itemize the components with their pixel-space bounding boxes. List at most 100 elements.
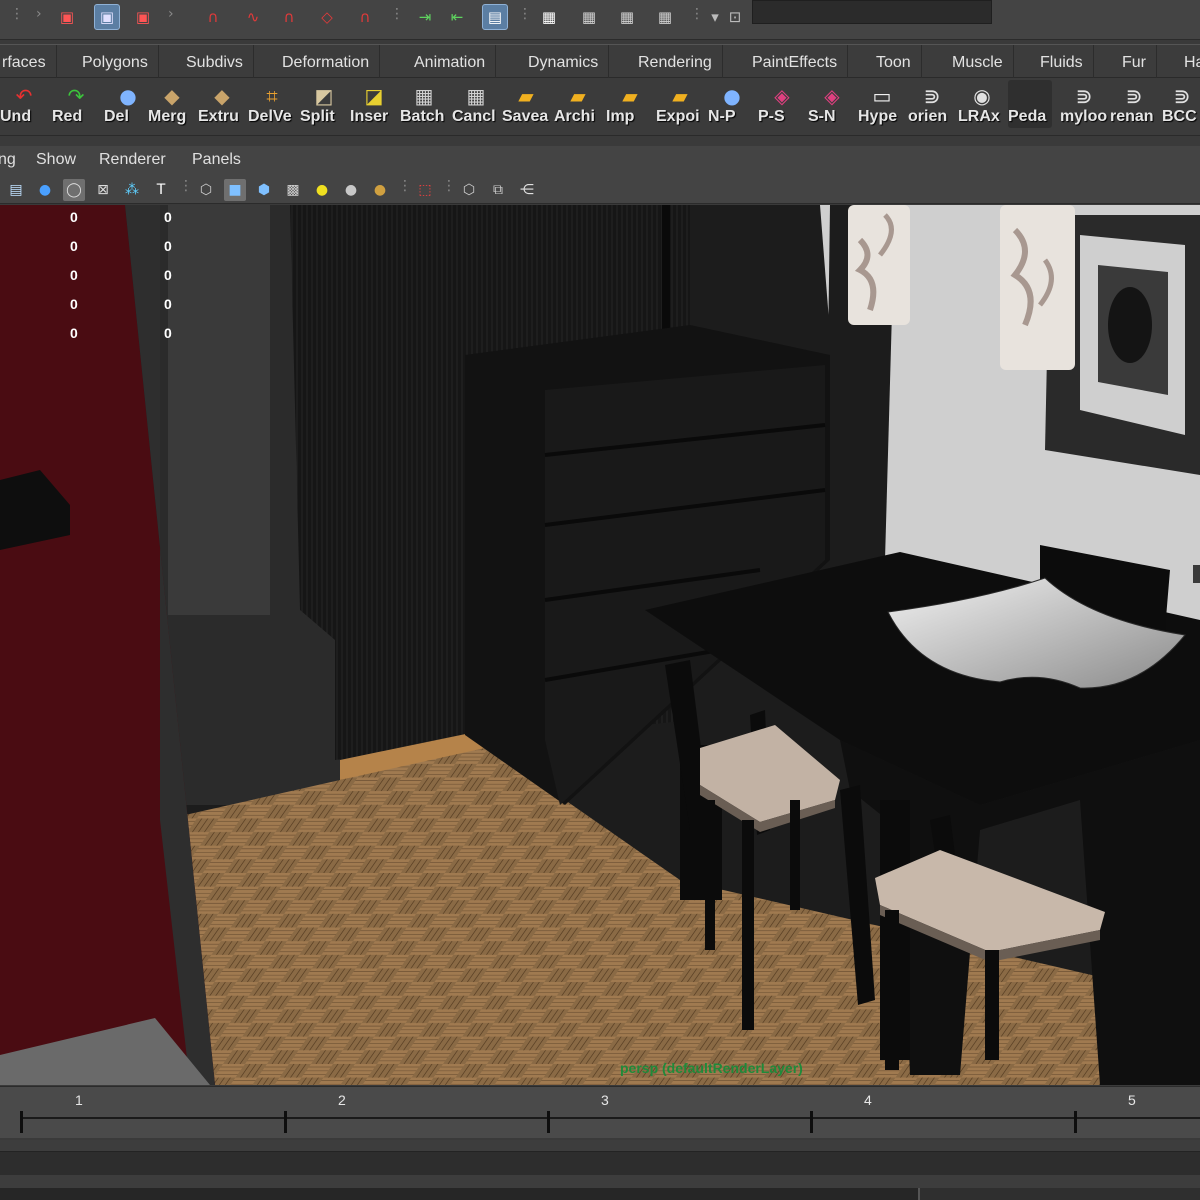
insert-edge-loop-button[interactable]: ◪ Inser: [350, 80, 400, 132]
poly-to-subdiv-button[interactable]: ◈ P-S: [758, 80, 808, 132]
range-handle[interactable]: [918, 1188, 1200, 1200]
wireframe-cube-icon[interactable]: ⬡: [195, 179, 217, 201]
time-track[interactable]: [22, 1117, 1200, 1119]
render-settings-icon[interactable]: ▦: [614, 4, 640, 30]
checker-icon[interactable]: ▩: [282, 179, 304, 201]
hud-value: 0: [164, 267, 172, 283]
save-as-button[interactable]: ▰ Savea: [502, 80, 552, 132]
archive-folder-icon: ▰: [570, 84, 586, 108]
panel-toolbar: ▤ ● ◯ ⊠ ⁂ T ⋮ ⬡ ■ ⬢ ▩ ● ● ● ⋮ ⬚ ⋮ ⬡ ⧉ ⋲: [0, 176, 1200, 204]
batch-render-button[interactable]: ▦ Batch: [400, 80, 450, 132]
select-by-component-type-icon[interactable]: ▣: [130, 4, 156, 30]
range-field[interactable]: [0, 1151, 1200, 1175]
snap-to-curves-icon[interactable]: ∿: [240, 4, 266, 30]
menu-lighting[interactable]: ng: [0, 151, 16, 169]
wireframe-on-shaded-icon[interactable]: ◯: [63, 179, 85, 201]
snap-to-grids-icon[interactable]: ∩: [200, 4, 226, 30]
shelf-button-label: Imp: [606, 108, 635, 125]
archive-button[interactable]: ▰ Archi: [554, 80, 604, 132]
uv-icon[interactable]: ⁂: [121, 179, 143, 201]
texture-icon[interactable]: T: [150, 179, 172, 201]
hypergraph-button[interactable]: ▭ Hype: [858, 80, 908, 132]
shelf-button-label: Merg: [148, 108, 187, 125]
perspective-viewport[interactable]: 0 0 0 0 0 0 0 0 0 0 persp (defaultRender…: [0, 205, 1200, 1085]
redo-button[interactable]: ↷ Red: [52, 80, 102, 132]
input-box-menu-icon[interactable]: ⊡: [722, 4, 748, 30]
delete-vertex-icon: ⌗: [266, 84, 278, 108]
tab-fur[interactable]: Fur: [1112, 45, 1157, 79]
select-camera-icon[interactable]: ⬚: [414, 179, 436, 201]
tab-dynamics[interactable]: Dynamics: [518, 45, 610, 79]
isolate-select-icon[interactable]: ⬡: [458, 179, 480, 201]
tab-subdivs[interactable]: Subdivs: [176, 45, 254, 79]
cancel-batch-button[interactable]: ▦ Cancl: [452, 80, 502, 132]
film-gate-icon[interactable]: ▤: [5, 179, 27, 201]
export-button[interactable]: ▰ Expoi: [656, 80, 706, 132]
delete-history-button[interactable]: ● Del: [104, 80, 154, 132]
quick-select-field[interactable]: [752, 0, 992, 24]
frame-tick: [20, 1111, 23, 1133]
menu-show[interactable]: Show: [36, 151, 76, 169]
share-icon[interactable]: ⋲: [516, 179, 538, 201]
import-button[interactable]: ▰ Imp: [606, 80, 656, 132]
grid-icon[interactable]: ⧉: [487, 179, 509, 201]
hypershade-icon[interactable]: ▦: [652, 4, 678, 30]
subdiv-to-nurbs-button[interactable]: ◈ S-N: [808, 80, 858, 132]
rename-button[interactable]: ⋑ renan: [1110, 80, 1160, 132]
tab-muscle[interactable]: Muscle: [942, 45, 1014, 79]
pedal-button[interactable]: Peda: [1008, 80, 1058, 132]
shelf-button-bar: ↶ Und ↷ Red ● Del ◆ Merg ◆ Extru ⌗ DelVe…: [0, 78, 1200, 136]
extrude-button[interactable]: ◆ Extru: [198, 80, 248, 132]
snap-to-view-planes-icon[interactable]: ◇: [314, 4, 340, 30]
tab-fluids[interactable]: Fluids: [1030, 45, 1094, 79]
undo-icon: ↶: [15, 84, 33, 108]
undo-button[interactable]: ↶ Und: [0, 80, 50, 132]
lit-sphere-icon[interactable]: ●: [369, 179, 391, 201]
render-view-icon[interactable]: ▤: [482, 4, 508, 30]
local-rotation-axes-button[interactable]: ◉ LRAx: [958, 80, 1008, 132]
tab-toon[interactable]: Toon: [866, 45, 922, 79]
shelf-button-label: orien: [908, 108, 948, 125]
frame-label: 4: [864, 1092, 872, 1108]
bcc-button[interactable]: ⋑ BCC: [1162, 80, 1200, 132]
shelf-button-label: Hype: [858, 108, 898, 125]
delete-vertex-button[interactable]: ⌗ DelVe: [248, 80, 298, 132]
tab-polygons[interactable]: Polygons: [72, 45, 159, 79]
select-by-hierarchy-icon[interactable]: ▣: [54, 4, 80, 30]
smooth-shade-icon[interactable]: ●: [34, 179, 56, 201]
hypergraph-icon: ▭: [872, 84, 892, 108]
tab-deformation[interactable]: Deformation: [272, 45, 381, 79]
myloop-button[interactable]: ⋑ myloo: [1060, 80, 1110, 132]
collapse-arrow-icon[interactable]: ›: [168, 6, 176, 28]
shelf-button-label: Batch: [400, 108, 445, 125]
frame-label: 1: [75, 1092, 83, 1108]
make-live-icon[interactable]: ∩: [352, 4, 378, 30]
input-output-icon[interactable]: ⇥: [412, 4, 438, 30]
hud-value: 0: [164, 238, 172, 254]
xray-icon[interactable]: ⊠: [92, 179, 114, 201]
select-by-object-type-icon[interactable]: ▣: [94, 4, 120, 30]
textured-cube-icon[interactable]: ⬢: [253, 179, 275, 201]
menu-panels[interactable]: Panels: [192, 151, 241, 169]
nurbs-to-poly-button[interactable]: ● N-P: [708, 80, 758, 132]
shadow-sphere-icon[interactable]: ●: [340, 179, 362, 201]
time-slider[interactable]: 1 2 3 4 5: [0, 1086, 1200, 1138]
split-polygon-button[interactable]: ◩ Split: [300, 80, 350, 132]
frame-label: 2: [338, 1092, 346, 1108]
ipr-render-icon[interactable]: ▦: [576, 4, 602, 30]
default-light-icon[interactable]: ●: [311, 179, 333, 201]
tab-painteffects[interactable]: PaintEffects: [742, 45, 849, 79]
render-current-frame-icon[interactable]: ▦: [536, 4, 562, 30]
tab-rendering[interactable]: Rendering: [628, 45, 723, 79]
snap-to-points-icon[interactable]: ∩: [276, 4, 302, 30]
shaded-cube-icon[interactable]: ■: [224, 179, 246, 201]
tab-surfaces[interactable]: rfaces: [0, 45, 57, 79]
separator-icon: ⋮: [390, 6, 404, 22]
tab-animation[interactable]: Animation: [404, 45, 497, 79]
tab-hair[interactable]: Ha: [1174, 45, 1200, 79]
merge-button[interactable]: ◆ Merg: [148, 80, 198, 132]
collapse-arrow-icon[interactable]: ›: [36, 6, 44, 28]
orient-button[interactable]: ⋑ orien: [908, 80, 958, 132]
construction-history-icon[interactable]: ⇤: [444, 4, 470, 30]
menu-renderer[interactable]: Renderer: [99, 151, 166, 169]
